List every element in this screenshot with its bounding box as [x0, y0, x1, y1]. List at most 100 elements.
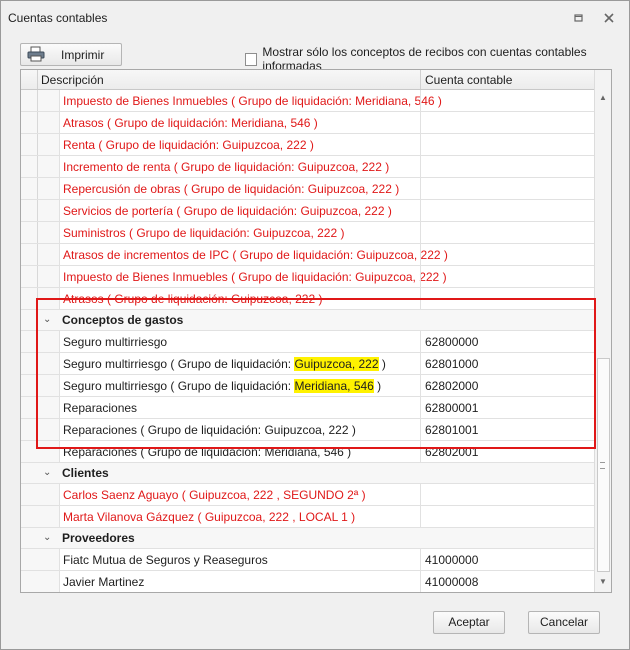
title-bar: Cuentas contables [1, 1, 629, 35]
table-row[interactable]: Impuesto de Bienes Inmuebles ( Grupo de … [21, 266, 594, 288]
row-indent [21, 156, 60, 177]
print-button[interactable]: Imprimir [20, 43, 122, 66]
close-icon[interactable] [598, 7, 620, 29]
row-account[interactable]: 62801000 [425, 357, 478, 371]
row-description: Incremento de renta ( Grupo de liquidaci… [63, 160, 390, 174]
group-label: Conceptos de gastos [62, 313, 184, 327]
scroll-up-icon[interactable]: ▲ [599, 93, 607, 102]
row-indent [21, 222, 60, 243]
grid-header: Descripción Cuenta contable [21, 70, 594, 90]
row-description: Atrasos ( Grupo de liquidación: Guipuzco… [63, 292, 323, 306]
table-row[interactable]: Reparaciones ( Grupo de liquidación: Gui… [21, 419, 594, 441]
table-row[interactable]: Servicios de portería ( Grupo de liquida… [21, 200, 594, 222]
row-description: Carlos Saenz Aguayo ( Guipuzcoa, 222 , S… [63, 488, 366, 502]
table-row[interactable]: Renta ( Grupo de liquidación: Guipuzcoa,… [21, 134, 594, 156]
table-row[interactable]: Atrasos ( Grupo de liquidación: Meridian… [21, 112, 594, 134]
restore-icon[interactable] [568, 7, 590, 29]
row-description: Atrasos de incrementos de IPC ( Grupo de… [63, 248, 448, 262]
row-account[interactable]: 41000008 [425, 575, 478, 589]
vertical-scrollbar[interactable]: ▲ ▼ [594, 70, 611, 592]
row-account[interactable]: 62802000 [425, 379, 478, 393]
row-account[interactable]: 62800000 [425, 335, 478, 349]
window-title: Cuentas contables [8, 11, 108, 25]
row-indent [21, 90, 60, 111]
chevron-down-icon[interactable]: ⌄ [43, 314, 51, 325]
accounts-grid[interactable]: Descripción Cuenta contable Impuesto de … [20, 69, 612, 593]
print-button-label: Imprimir [61, 48, 105, 62]
row-description: Impuesto de Bienes Inmuebles ( Grupo de … [63, 270, 447, 284]
header-indicator-cell [21, 70, 38, 89]
row-indent [21, 353, 60, 374]
row-description: Renta ( Grupo de liquidación: Guipuzcoa,… [63, 138, 314, 152]
row-indent [21, 397, 60, 418]
grid-body: Impuesto de Bienes Inmuebles ( Grupo de … [21, 90, 594, 592]
row-description: Seguro multirriesgo ( Grupo de liquidaci… [63, 357, 386, 371]
table-row[interactable]: Repercusión de obras ( Grupo de liquidac… [21, 178, 594, 200]
group-label: Clientes [62, 466, 109, 480]
row-account[interactable]: 62800001 [425, 401, 478, 415]
highlighted-group: Guipuzcoa, 222 [294, 357, 379, 371]
table-row[interactable]: Fiatc Mutua de Seguros y Reaseguros 41000… [21, 549, 594, 571]
table-row[interactable]: Atrasos ( Grupo de liquidación: Guipuzco… [21, 288, 594, 310]
accept-button[interactable]: Aceptar [433, 611, 505, 634]
row-indent [21, 331, 60, 352]
row-indent [21, 112, 60, 133]
cancel-button[interactable]: Cancelar [528, 611, 600, 634]
row-indent [21, 200, 60, 221]
column-header-description[interactable]: Descripción [41, 73, 104, 87]
group-label: Proveedores [62, 531, 135, 545]
row-indent [21, 178, 60, 199]
table-row[interactable]: Seguro multirriesgo ( Grupo de liquidaci… [21, 353, 594, 375]
row-indent [21, 419, 60, 440]
table-row[interactable]: Atrasos de incrementos de IPC ( Grupo de… [21, 244, 594, 266]
row-indent [21, 134, 60, 155]
row-indent [21, 266, 60, 287]
scroll-grip [600, 462, 605, 469]
row-account[interactable]: 62802001 [425, 445, 478, 459]
row-indent [21, 441, 60, 462]
row-indent [21, 506, 60, 527]
table-row[interactable]: Marta Vilanova Gázquez ( Guipuzcoa, 222 … [21, 506, 594, 528]
row-description: Impuesto de Bienes Inmuebles ( Grupo de … [63, 94, 442, 108]
row-indent [21, 571, 60, 592]
row-description: Reparaciones ( Grupo de liquidación: Gui… [63, 423, 356, 437]
table-row[interactable]: Seguro multirriesgo 62800000 [21, 331, 594, 353]
scroll-down-icon[interactable]: ▼ [599, 577, 607, 586]
row-description: Servicios de portería ( Grupo de liquida… [63, 204, 392, 218]
row-indent [21, 244, 60, 265]
table-row[interactable]: Reparaciones 62800001 [21, 397, 594, 419]
table-row[interactable]: Javier Martinez 41000008 [21, 571, 594, 592]
table-row[interactable]: Incremento de renta ( Grupo de liquidaci… [21, 156, 594, 178]
dialog-window: Cuentas contables Imprimir Mostrar sólo … [0, 0, 630, 650]
row-description: Seguro multirriesgo ( Grupo de liquidaci… [63, 379, 382, 393]
row-description: Seguro multirriesgo [63, 335, 168, 349]
row-account[interactable]: 62801001 [425, 423, 478, 437]
table-row[interactable]: Carlos Saenz Aguayo ( Guipuzcoa, 222 , S… [21, 484, 594, 506]
row-indent [21, 288, 60, 309]
row-indent [21, 549, 60, 570]
row-description: Atrasos ( Grupo de liquidación: Meridian… [63, 116, 318, 130]
group-row-proveedores[interactable]: ⌄ Proveedores [21, 528, 594, 549]
row-description: Repercusión de obras ( Grupo de liquidac… [63, 182, 400, 196]
printer-icon [27, 46, 45, 65]
column-separator [420, 70, 421, 89]
highlighted-group: Meridiana, 546 [294, 379, 374, 393]
row-description: Reparaciones [63, 401, 138, 415]
group-row-clientes[interactable]: ⌄ Clientes [21, 463, 594, 484]
row-indent [21, 484, 60, 505]
column-header-account[interactable]: Cuenta contable [425, 73, 512, 87]
row-description: Fiatc Mutua de Seguros y Reaseguros [63, 553, 268, 567]
chevron-down-icon[interactable]: ⌄ [43, 532, 51, 543]
filter-checkbox[interactable] [245, 52, 258, 66]
table-row[interactable]: Impuesto de Bienes Inmuebles ( Grupo de … [21, 90, 594, 112]
row-description: Marta Vilanova Gázquez ( Guipuzcoa, 222 … [63, 510, 356, 524]
row-description: Suministros ( Grupo de liquidación: Guip… [63, 226, 345, 240]
row-description: Javier Martinez [63, 575, 145, 589]
row-indent [21, 375, 60, 396]
row-account[interactable]: 41000000 [425, 553, 478, 567]
table-row[interactable]: Reparaciones ( Grupo de liquidación: Mer… [21, 441, 594, 463]
table-row[interactable]: Seguro multirriesgo ( Grupo de liquidaci… [21, 375, 594, 397]
chevron-down-icon[interactable]: ⌄ [43, 467, 51, 478]
table-row[interactable]: Suministros ( Grupo de liquidación: Guip… [21, 222, 594, 244]
group-row-gastos[interactable]: ⌄ Conceptos de gastos [21, 310, 594, 331]
